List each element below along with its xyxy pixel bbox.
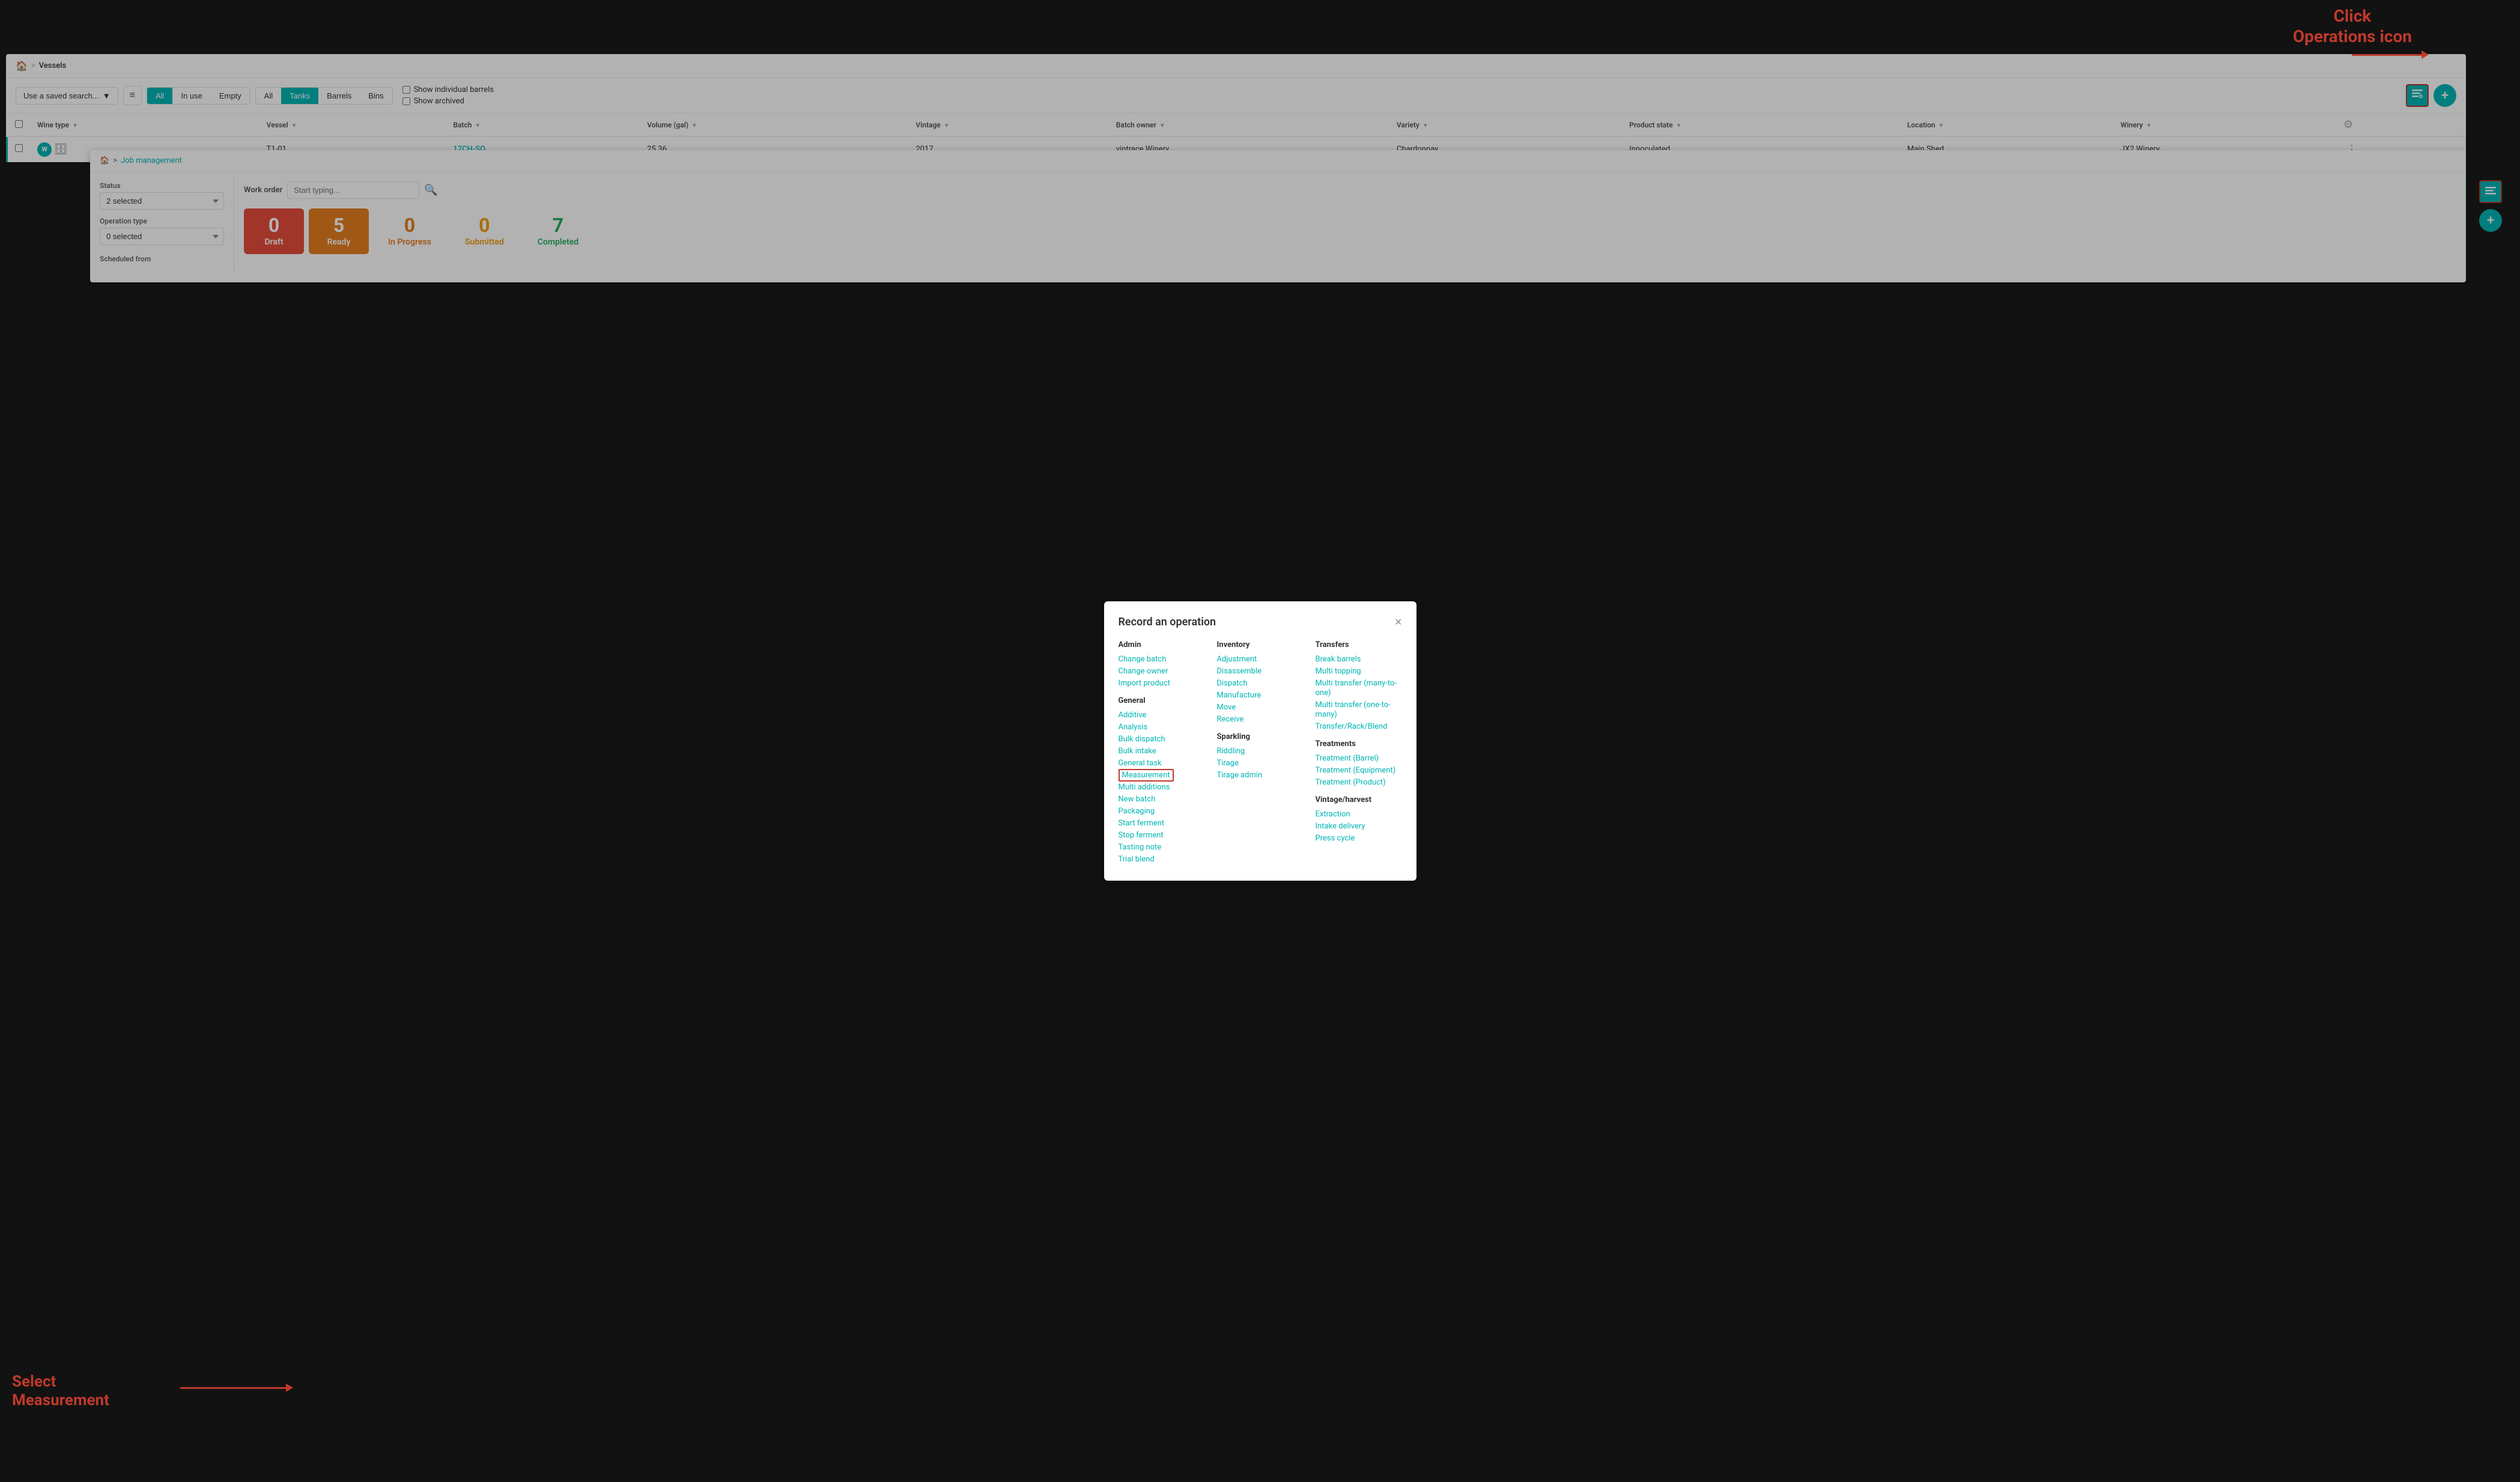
section-general-heading: General [1119,696,1205,705]
general-packaging[interactable]: Packaging [1119,807,1155,816]
vintage-intake-delivery[interactable]: Intake delivery [1316,822,1365,831]
transfers-multi-topping[interactable]: Multi topping [1316,667,1361,676]
section-treatments-heading: Treatments [1316,739,1402,749]
section-transfers-heading: Transfers [1316,640,1402,649]
section-vintage-list: Extraction Intake delivery Press cycle [1316,809,1402,843]
section-treatments-list: Treatment (Barrel) Treatment (Equipment)… [1316,753,1402,787]
vintage-extraction[interactable]: Extraction [1316,810,1350,819]
inventory-dispatch[interactable]: Dispatch [1217,679,1248,688]
section-admin-heading: Admin [1119,640,1205,649]
treatments-equipment[interactable]: Treatment (Equipment) [1316,766,1396,775]
inventory-receive[interactable]: Receive [1217,715,1244,724]
modal-section-admin: Admin Change batch Change owner Import p… [1119,640,1205,866]
annotation-arrow-bottom [180,1387,288,1389]
section-inventory-list: Adjustment Disassemble Dispatch Manufact… [1217,654,1304,724]
general-bulk-dispatch[interactable]: Bulk dispatch [1119,735,1165,744]
general-stop-ferment[interactable]: Stop ferment [1119,831,1164,840]
general-new-batch[interactable]: New batch [1119,795,1156,804]
modal-section-inventory: Inventory Adjustment Disassemble Dispatc… [1217,640,1304,866]
general-trial-blend[interactable]: Trial blend [1119,855,1155,864]
annotation-select-measurement: SelectMeasurement [12,1373,109,1410]
general-multi-additions[interactable]: Multi additions [1119,783,1170,792]
inventory-move[interactable]: Move [1217,703,1236,712]
modal-header: Record an operation × [1119,616,1402,628]
section-vintage-heading: Vintage/harvest [1316,795,1402,804]
treatments-product[interactable]: Treatment (Product) [1316,778,1386,787]
section-inventory-heading: Inventory [1217,640,1304,649]
transfers-multi-many-to-one[interactable]: Multi transfer (many-to-one) [1316,679,1397,697]
general-analysis[interactable]: Analysis [1119,723,1148,732]
sparkling-tirage-admin[interactable]: Tirage admin [1217,771,1263,780]
modal-section-transfers: Transfers Break barrels Multi topping Mu… [1316,640,1402,866]
section-transfers-list: Break barrels Multi topping Multi transf… [1316,654,1402,731]
general-general-task[interactable]: General task [1119,759,1162,768]
transfers-rack-blend[interactable]: Transfer/Rack/Blend [1316,722,1388,731]
admin-change-owner[interactable]: Change owner [1119,667,1168,676]
inventory-disassemble[interactable]: Disassemble [1217,667,1262,676]
section-admin-list: Change batch Change owner Import product [1119,654,1205,688]
sparkling-riddling[interactable]: Riddling [1217,747,1245,756]
general-additive[interactable]: Additive [1119,711,1147,720]
section-sparkling-list: Riddling Tirage Tirage admin [1217,746,1304,780]
transfers-break-barrels[interactable]: Break barrels [1316,655,1361,664]
inventory-manufacture[interactable]: Manufacture [1217,691,1262,700]
modal-body: Admin Change batch Change owner Import p… [1119,640,1402,866]
modal-title: Record an operation [1119,616,1216,628]
general-bulk-intake[interactable]: Bulk intake [1119,747,1156,756]
modal-close-button[interactable]: × [1395,616,1402,628]
general-start-ferment[interactable]: Start ferment [1119,819,1165,828]
admin-import-product[interactable]: Import product [1119,679,1170,688]
transfers-multi-one-to-many[interactable]: Multi transfer (one-to-many) [1316,700,1391,719]
general-measurement[interactable]: Measurement [1119,769,1174,782]
admin-change-batch[interactable]: Change batch [1119,655,1167,664]
vintage-press-cycle[interactable]: Press cycle [1316,834,1355,843]
record-operation-modal: Record an operation × Admin Change batch… [1104,601,1416,881]
annotation-arrow-top [2352,54,2424,56]
inventory-adjustment[interactable]: Adjustment [1217,655,1257,664]
treatments-barrel[interactable]: Treatment (Barrel) [1316,754,1379,763]
modal-overlay: Record an operation × Admin Change batch… [0,0,2520,1482]
sparkling-tirage[interactable]: Tirage [1217,759,1239,768]
general-tasting-note[interactable]: Tasting note [1119,843,1162,852]
section-sparkling-heading: Sparkling [1217,732,1304,741]
annotation-click-ops: Click Operations icon [2293,6,2412,46]
section-general-list: Additive Analysis Bulk dispatch Bulk int… [1119,710,1205,864]
